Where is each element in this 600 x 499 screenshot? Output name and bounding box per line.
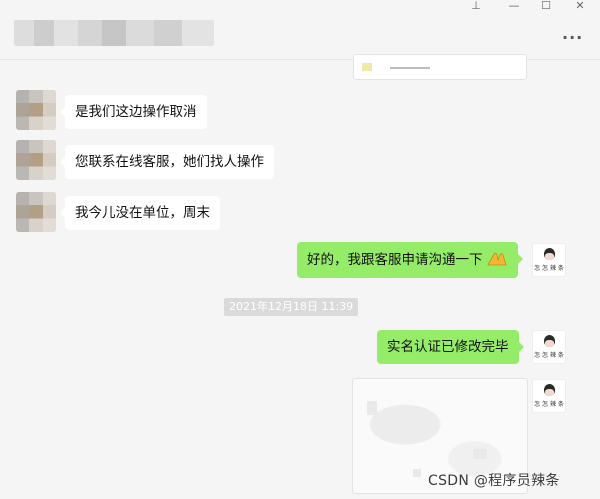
message-bubble-incoming[interactable]: 我今儿没在单位，周末 xyxy=(60,196,220,230)
image-message-top[interactable] xyxy=(353,54,527,80)
contact-avatar[interactable] xyxy=(16,90,56,130)
contact-avatar[interactable] xyxy=(16,192,56,232)
message-timestamp: 2021年12月18日 11:39 xyxy=(224,298,359,316)
self-avatar[interactable]: 怎 怎 辣 条 xyxy=(532,243,566,277)
avatar-caption: 怎 怎 辣 条 xyxy=(534,401,564,408)
image-thumbnail-detail xyxy=(362,63,372,71)
self-avatar[interactable]: 怎 怎 辣 条 xyxy=(532,379,566,413)
pin-icon[interactable]: ⊥ xyxy=(462,0,490,14)
watermark: CSDN @程序员辣条 xyxy=(428,473,560,489)
close-button[interactable]: ✕ xyxy=(566,0,594,14)
maximize-button[interactable]: ☐ xyxy=(532,0,560,14)
raised-hands-icon xyxy=(486,251,508,267)
self-avatar[interactable]: 怎 怎 辣 条 xyxy=(532,330,566,364)
contact-name-blurred xyxy=(14,20,214,46)
avatar-caption: 怎 怎 辣 条 xyxy=(534,265,564,272)
message-bubble-incoming[interactable]: 是我们这边操作取消 xyxy=(60,95,207,129)
avatar-caption: 怎 怎 辣 条 xyxy=(534,352,564,359)
message-text: 好的，我跟客服申请沟通一下 xyxy=(307,252,483,268)
image-thumbnail-detail xyxy=(390,67,430,69)
chat-titlebar: ⊥ — ☐ ✕ ··· xyxy=(0,0,600,60)
message-bubble-outgoing[interactable]: 实名认证已修改完毕 xyxy=(377,330,523,364)
minimize-button[interactable]: — xyxy=(500,0,528,14)
message-bubble-outgoing[interactable]: 好的，我跟客服申请沟通一下 xyxy=(297,242,522,278)
message-bubble-incoming[interactable]: 您联系在线客服，她们找人操作 xyxy=(60,145,274,179)
more-options-icon[interactable]: ··· xyxy=(562,28,583,47)
contact-avatar[interactable] xyxy=(16,140,56,180)
